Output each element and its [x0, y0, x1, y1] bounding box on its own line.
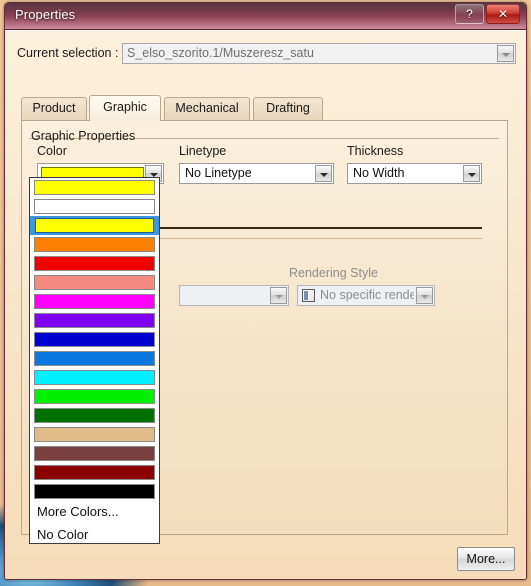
render-style-icon: [302, 289, 315, 302]
color-option-green[interactable]: [30, 387, 159, 406]
close-icon[interactable]: ✕: [486, 4, 520, 24]
color-option-yellow[interactable]: [30, 216, 159, 235]
color-dropdown-list[interactable]: More Colors... No Color: [29, 177, 160, 544]
chevron-down-icon[interactable]: [416, 287, 433, 304]
rendering-style-combo[interactable]: No specific rendering: [297, 285, 435, 306]
dialog-body: Current selection : S_elso_szorito.1/Mus…: [5, 30, 526, 580]
help-icon[interactable]: ?: [455, 4, 484, 24]
color-swatch-cyan: [34, 370, 155, 385]
color-swatch-orange: [34, 237, 155, 252]
current-selection-label: Current selection :: [17, 46, 119, 60]
chevron-down-icon[interactable]: [315, 165, 332, 182]
rendering-extra-combo[interactable]: [179, 285, 289, 306]
color-option-red[interactable]: [30, 254, 159, 273]
color-option-white[interactable]: [30, 197, 159, 216]
chevron-down-icon[interactable]: [497, 45, 514, 62]
current-selection-combo[interactable]: S_elso_szorito.1/Muszeresz_satu: [122, 43, 516, 64]
current-selection-row: Current selection : S_elso_szorito.1/Mus…: [17, 43, 517, 65]
color-swatch-salmon: [34, 275, 155, 290]
chevron-down-icon[interactable]: [463, 165, 480, 182]
apply-button[interactable]: Apply: [391, 579, 457, 580]
linetype-label: Linetype: [179, 144, 227, 158]
window-title: Properties: [15, 7, 76, 22]
tab-strip: Product Graphic Mechanical Drafting: [21, 95, 501, 121]
color-swatch-red: [34, 256, 155, 271]
ok-button[interactable]: OK: [325, 579, 385, 580]
color-swatch-dark-red: [34, 465, 155, 480]
color-option-black[interactable]: [30, 482, 159, 501]
color-swatch-white: [34, 199, 155, 214]
color-swatch-magenta: [34, 294, 155, 309]
thickness-label: Thickness: [347, 144, 404, 158]
color-swatch-brown: [34, 446, 155, 461]
color-option-yellow[interactable]: [30, 178, 159, 197]
rendering-style-value: No specific rendering: [320, 288, 414, 302]
color-option-no-color[interactable]: No Color: [30, 524, 159, 547]
rendering-style-label: Rendering Style: [289, 266, 378, 280]
color-option-magenta[interactable]: [30, 292, 159, 311]
color-option-salmon[interactable]: [30, 273, 159, 292]
graphic-properties-title: Graphic Properties: [31, 129, 136, 143]
color-swatch-dark-green: [34, 408, 155, 423]
color-option-brown[interactable]: [30, 444, 159, 463]
color-option-purple[interactable]: [30, 311, 159, 330]
color-option-tan[interactable]: [30, 425, 159, 444]
color-option-light-blue[interactable]: [30, 349, 159, 368]
close-button[interactable]: Close: [463, 579, 515, 580]
tab-graphic[interactable]: Graphic: [89, 95, 161, 121]
color-swatch-tan: [34, 427, 155, 442]
tab-drafting[interactable]: Drafting: [253, 97, 323, 120]
color-swatch-yellow: [35, 218, 154, 233]
color-option-dark-red[interactable]: [30, 463, 159, 482]
color-option-orange[interactable]: [30, 235, 159, 254]
color-option-dark-green[interactable]: [30, 406, 159, 425]
color-swatch-light-blue: [34, 351, 155, 366]
tab-product[interactable]: Product: [21, 97, 87, 120]
chevron-down-icon[interactable]: [270, 287, 287, 304]
color-swatch-green: [34, 389, 155, 404]
thickness-value: No Width: [353, 166, 405, 180]
color-option-more-colors[interactable]: More Colors...: [30, 501, 159, 524]
color-swatch-black: [34, 484, 155, 499]
properties-dialog: Properties ? ✕ Current selection : S_els…: [4, 2, 527, 580]
linetype-value: No Linetype: [185, 166, 252, 180]
thickness-combo[interactable]: No Width: [347, 163, 482, 184]
linetype-combo[interactable]: No Linetype: [179, 163, 334, 184]
current-selection-value: S_elso_szorito.1/Muszeresz_satu: [127, 46, 314, 60]
color-option-cyan[interactable]: [30, 368, 159, 387]
color-swatch-yellow: [34, 180, 155, 195]
more-button[interactable]: More...: [457, 547, 515, 571]
color-swatch-blue: [34, 332, 155, 347]
color-swatch-purple: [34, 313, 155, 328]
tab-mechanical[interactable]: Mechanical: [164, 97, 250, 120]
color-option-blue[interactable]: [30, 330, 159, 349]
color-label: Color: [37, 144, 67, 158]
window-titlebar[interactable]: Properties ? ✕: [5, 3, 526, 30]
